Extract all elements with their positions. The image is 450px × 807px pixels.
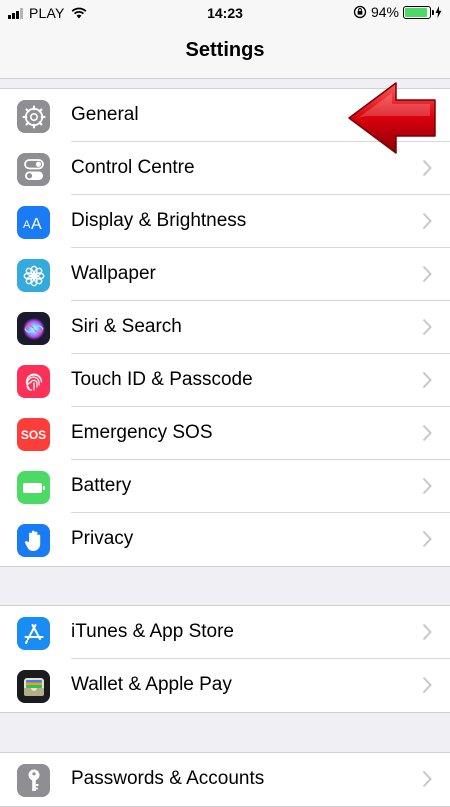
svg-text:A: A (23, 219, 31, 231)
siri-icon (17, 312, 50, 345)
row-label: Wallet & Apple Pay (71, 674, 232, 695)
flower-icon (17, 259, 50, 292)
row-label: Passwords & Accounts (71, 768, 265, 789)
chevron-right-icon (422, 676, 432, 694)
key-icon (17, 764, 50, 797)
hand-icon (17, 524, 50, 557)
wallet-icon (17, 670, 50, 703)
row-label: Siri & Search (71, 316, 182, 337)
row-label: General (71, 104, 139, 125)
settings-row-siri-search[interactable]: Siri & Search (0, 301, 450, 354)
chevron-right-icon (422, 212, 432, 230)
settings-row-passwords-accounts[interactable]: Passwords & Accounts (0, 753, 450, 806)
settings-row-battery[interactable]: Battery (0, 460, 450, 513)
row-label: Emergency SOS (71, 422, 213, 443)
row-label: Wallpaper (71, 263, 156, 284)
navigation-bar: Settings (0, 26, 450, 79)
settings-row-emergency-sos[interactable]: SOS Emergency SOS (0, 407, 450, 460)
settings-group-stores: iTunes & App Store Wallet & Apple Pay (0, 605, 450, 713)
chevron-right-icon (422, 265, 432, 283)
orientation-lock-icon (353, 5, 367, 19)
row-label: iTunes & App Store (71, 621, 235, 642)
toggles-icon (17, 153, 50, 186)
row-label: Control Centre (71, 157, 195, 178)
sos-icon-text: SOS (20, 427, 47, 442)
chevron-right-icon (422, 477, 432, 495)
text-size-icon: A A (17, 206, 50, 239)
row-label: Display & Brightness (71, 210, 247, 231)
settings-row-touch-id-passcode[interactable]: Touch ID & Passcode (0, 354, 450, 407)
fingerprint-icon (17, 365, 50, 398)
svg-text:A: A (31, 216, 42, 233)
row-label: Privacy (71, 528, 134, 549)
settings-group-main: General Control Centre A A Display & Bri… (0, 88, 450, 567)
chevron-right-icon (422, 530, 432, 548)
red-arrow-annotation (348, 82, 436, 154)
charging-bolt-icon (435, 6, 442, 18)
settings-row-display-brightness[interactable]: A A Display & Brightness (0, 195, 450, 248)
row-label: Touch ID & Passcode (71, 369, 253, 390)
sos-icon: SOS (17, 418, 50, 451)
app-store-icon (17, 617, 50, 650)
settings-row-privacy[interactable]: Privacy (0, 513, 450, 566)
settings-row-itunes-app-store[interactable]: iTunes & App Store (0, 606, 450, 659)
battery-level-icon (403, 5, 434, 19)
page-title: Settings (185, 39, 265, 61)
chevron-right-icon (422, 770, 432, 788)
chevron-right-icon (422, 623, 432, 641)
chevron-right-icon (422, 159, 432, 177)
battery-percentage: 94% (370, 4, 399, 20)
settings-group-accounts: Passwords & Accounts (0, 752, 450, 807)
battery-icon (17, 471, 50, 504)
settings-row-wallet-apple-pay[interactable]: Wallet & Apple Pay (0, 659, 450, 712)
gear-icon (17, 100, 50, 133)
row-label: Battery (71, 475, 132, 496)
status-right: 94% (353, 4, 442, 20)
chevron-right-icon (422, 318, 432, 336)
chevron-right-icon (422, 424, 432, 442)
chevron-right-icon (422, 371, 432, 389)
settings-row-wallpaper[interactable]: Wallpaper (0, 248, 450, 301)
status-bar: PLAY 14:23 94% (0, 0, 450, 26)
